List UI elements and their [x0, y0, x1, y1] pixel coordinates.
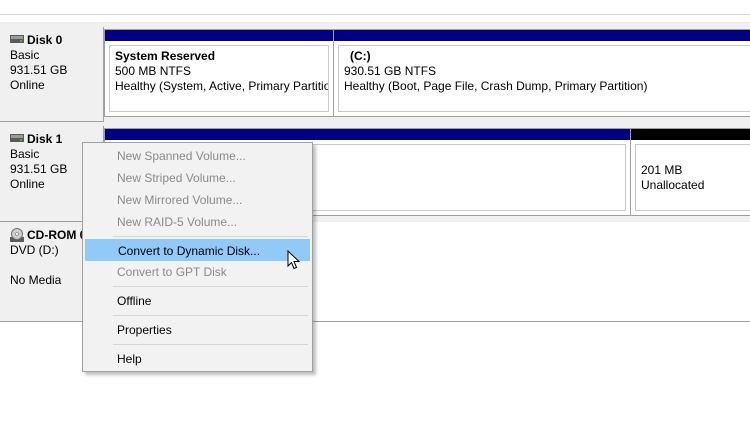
menu-item-offline[interactable]: Offline	[85, 290, 310, 312]
hard-disk-icon	[10, 133, 24, 142]
volume-c-info: (C:) 930.51 GB NTFS Healthy (Boot, Page …	[338, 45, 750, 112]
menu-separator	[113, 286, 308, 287]
volume-c[interactable]: (C:) 930.51 GB NTFS Healthy (Boot, Page …	[333, 29, 750, 117]
menu-item-new-striped-volume[interactable]: New Striped Volume...	[85, 167, 310, 189]
unallocated-label: Unallocated	[641, 178, 705, 192]
disk-0-type: Basic	[10, 48, 40, 62]
menu-item-new-mirrored-volume[interactable]: New Mirrored Volume...	[85, 189, 310, 211]
unallocated-size: 201 MB	[641, 163, 683, 177]
disk-0-title: Disk 0	[27, 33, 63, 47]
unallocated-space[interactable]: 201 MB Unallocated	[630, 128, 750, 216]
volume-system-reserved-info: System Reserved 500 MB NTFS Healthy (Sys…	[109, 45, 329, 112]
hard-disk-icon	[10, 34, 24, 43]
volume-list-bottom-edge	[0, 0, 750, 15]
menu-item-convert-to-gpt-disk[interactable]: Convert to GPT Disk	[85, 261, 310, 283]
disk-1-title: Disk 1	[27, 132, 63, 146]
disk-0-title-row: Disk 0	[10, 33, 103, 48]
unallocated-bar	[631, 129, 750, 140]
menu-item-properties[interactable]: Properties	[85, 319, 310, 341]
menu-item-new-raid5-volume[interactable]: New RAID-5 Volume...	[85, 211, 310, 233]
volume-name: System Reserved	[115, 49, 216, 63]
unallocated-info: 201 MB Unallocated	[635, 144, 750, 211]
menu-item-convert-to-dynamic-disk[interactable]: Convert to Dynamic Disk...	[85, 239, 310, 261]
partition-bar	[105, 30, 333, 41]
menu-item-new-spanned-volume[interactable]: New Spanned Volume...	[85, 145, 310, 167]
mouse-pointer-icon	[287, 250, 300, 270]
cd-rom-icon	[10, 227, 24, 242]
cdrom-0-title: CD-ROM 0	[27, 228, 87, 242]
volume-health: Healthy (Boot, Page File, Crash Dump, Pr…	[344, 79, 648, 93]
volume-name: (C:)	[350, 49, 371, 63]
menu-separator	[113, 315, 308, 316]
volume-system-reserved[interactable]: System Reserved 500 MB NTFS Healthy (Sys…	[104, 29, 334, 117]
menu-separator	[113, 236, 308, 237]
menu-separator	[113, 344, 308, 345]
volume-filesystem: 930.51 GB NTFS	[344, 64, 437, 78]
disk-context-menu: New Spanned Volume... New Striped Volume…	[82, 142, 313, 372]
volume-filesystem: 500 MB NTFS	[115, 64, 192, 78]
partition-bar	[334, 30, 750, 41]
menu-item-help[interactable]: Help	[85, 348, 310, 370]
disk-0-size: 931.51 GB	[10, 63, 68, 77]
disk-0-label[interactable]: Disk 0 Basic 931.51 GB Online	[0, 27, 104, 122]
volume-health: Healthy (System, Active, Primary Partiti…	[115, 79, 329, 93]
disk-0-status: Online	[10, 78, 45, 92]
partition-bar	[105, 129, 630, 140]
